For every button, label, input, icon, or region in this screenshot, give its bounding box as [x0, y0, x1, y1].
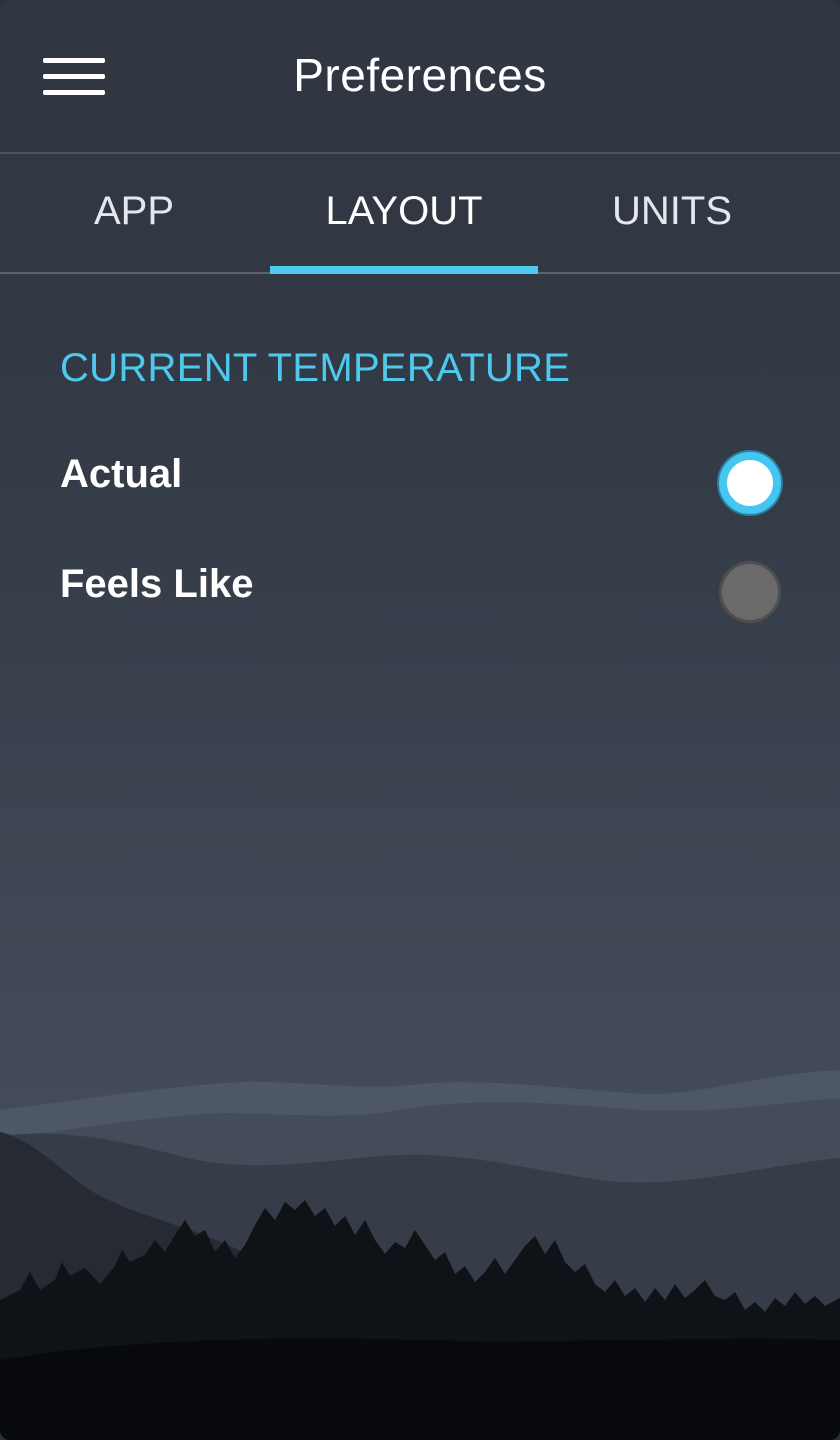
radio-feels-like[interactable]	[719, 561, 781, 623]
forest-floor	[0, 1338, 840, 1440]
preferences-window: Preferences APP LAYOUT UNITS CURRENT TEM…	[0, 0, 840, 1440]
active-tab-indicator	[270, 266, 538, 274]
tab-bar: APP LAYOUT UNITS	[0, 156, 840, 274]
header-bar: Preferences	[0, 0, 840, 154]
tab-app[interactable]: APP	[0, 156, 268, 274]
page-title: Preferences	[293, 49, 547, 101]
option-feels-like-label: Feels Like	[60, 562, 254, 606]
option-actual-label: Actual	[60, 452, 183, 496]
tab-layout[interactable]: LAYOUT	[270, 156, 538, 274]
radio-actual[interactable]	[719, 452, 781, 514]
mountain-forest-background	[0, 1070, 840, 1440]
tab-units[interactable]: UNITS	[538, 156, 806, 274]
section-heading: CURRENT TEMPERATURE	[60, 346, 571, 390]
